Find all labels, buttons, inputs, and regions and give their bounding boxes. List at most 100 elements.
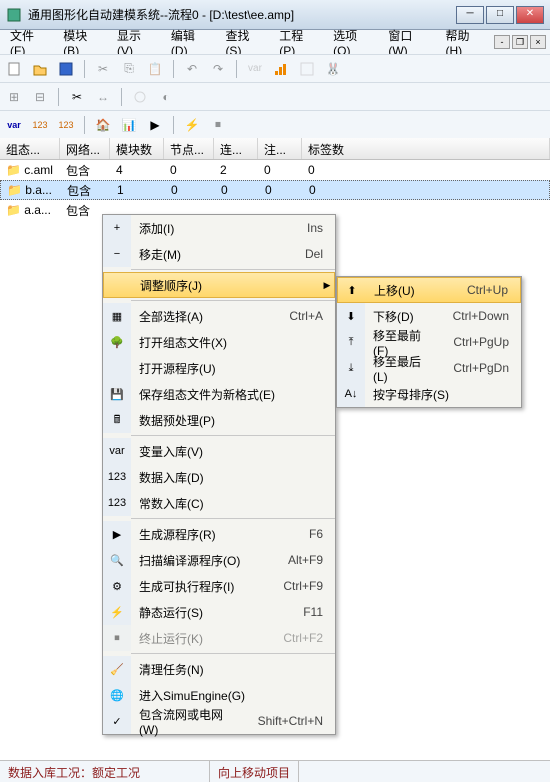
- menu-shortcut: Ctrl+Down: [441, 309, 521, 323]
- menu-item[interactable]: ▶生成源程序(R)F6: [103, 521, 335, 547]
- table-row[interactable]: 📁 c.aml 包含 4 0 2 0 0: [0, 160, 550, 180]
- menu-item[interactable]: +添加(I)Ins: [103, 215, 335, 241]
- menubar: 文件(F) 模块(B) 显示(V) 编辑(D) 查找(S) 工程(P) 选项(O…: [0, 30, 550, 54]
- menu-label: 上移(U): [366, 282, 455, 299]
- menu-item[interactable]: 123数据入库(D): [103, 464, 335, 490]
- menu-item[interactable]: ⚡静态运行(S)F11: [103, 599, 335, 625]
- menu-label: 打开组态文件(X): [131, 334, 335, 351]
- check-icon: ✓: [103, 708, 131, 734]
- maximize-button[interactable]: □: [486, 6, 514, 24]
- cell: 包含: [61, 180, 111, 201]
- tb3-bolt[interactable]: ⚡: [182, 115, 202, 135]
- menu-shortcut: Alt+F9: [276, 553, 335, 567]
- menu-item[interactable]: ⬇下移(D)Ctrl+Down: [337, 303, 521, 329]
- mdi-buttons: - ❐ ×: [494, 35, 546, 49]
- toolbar-2: ⊞ ⊟ ✂ ↔ ◐: [0, 82, 550, 110]
- open-icon[interactable]: [30, 59, 50, 79]
- col-modules[interactable]: 模块数: [110, 138, 164, 159]
- menu-item[interactable]: 🧹清理任务(N): [103, 656, 335, 682]
- col-state[interactable]: 组态...: [0, 138, 60, 159]
- col-notes[interactable]: 注...: [258, 138, 302, 159]
- cell: 0: [165, 181, 215, 199]
- menu-item[interactable]: 🖩数据预处理(P): [103, 407, 335, 433]
- table-header: 组态... 网络... 模块数 节点... 连... 注... 标签数: [0, 138, 550, 160]
- menu-label: 打开源程序(U): [131, 360, 335, 377]
- new-icon[interactable]: [4, 59, 24, 79]
- menu-item[interactable]: ⤒移至最前(F)Ctrl+PgUp: [337, 329, 521, 355]
- col-conn[interactable]: 连...: [214, 138, 258, 159]
- menu-label: 常数入库(C): [131, 495, 335, 512]
- cell: 0: [259, 181, 303, 199]
- sim-icon: 🌐: [103, 682, 131, 708]
- minimize-button[interactable]: ─: [456, 6, 484, 24]
- copy-icon: ⎘: [119, 59, 139, 79]
- paste-icon: 📋: [145, 59, 165, 79]
- menu-separator: [131, 653, 335, 654]
- menu-item[interactable]: ⬆上移(U)Ctrl+Up: [337, 277, 521, 303]
- col-network[interactable]: 网络...: [60, 138, 110, 159]
- clean-icon: 🧹: [103, 656, 131, 682]
- cell: 1: [111, 181, 165, 199]
- rabbit-icon[interactable]: 🐰: [323, 59, 343, 79]
- menu-item[interactable]: 🌐进入SimuEngine(G): [103, 682, 335, 708]
- scissors-icon[interactable]: ✂: [67, 87, 87, 107]
- status-left: 数据入库工况：额定工况: [0, 761, 210, 782]
- chart-icon[interactable]: [271, 59, 291, 79]
- menu-shortcut: Ins: [295, 221, 335, 235]
- cell: 0: [258, 161, 302, 179]
- menu-item[interactable]: 💾保存组态文件为新格式(E): [103, 381, 335, 407]
- menu-label: 按字母排序(S): [365, 386, 521, 403]
- menu-item[interactable]: ▦全部选择(A)Ctrl+A: [103, 303, 335, 329]
- exe-icon: ⚙: [103, 573, 131, 599]
- var-icon: var: [245, 59, 265, 79]
- tb3-chart[interactable]: 📊: [119, 115, 139, 135]
- up-icon: ⬆: [338, 278, 366, 302]
- menu-item[interactable]: ⤓移至最后(L)Ctrl+PgDn: [337, 355, 521, 381]
- tb3-stop: ⏹: [208, 115, 228, 135]
- context-menu: +添加(I)Ins−移走(M)Del 调整顺序(J)▶ ▦全部选择(A)Ctrl+A…: [102, 214, 336, 735]
- data-icon: 123: [103, 464, 131, 490]
- mdi-minimize[interactable]: -: [494, 35, 510, 49]
- cut-icon: ✂: [93, 59, 113, 79]
- close-button[interactable]: ✕: [516, 6, 544, 24]
- separator: [58, 88, 59, 106]
- col-nodes[interactable]: 节点...: [164, 138, 214, 159]
- save-icon[interactable]: [56, 59, 76, 79]
- mdi-restore[interactable]: ❐: [512, 35, 528, 49]
- col-labels[interactable]: 标签数: [302, 138, 550, 159]
- menu-item[interactable]: 打开源程序(U): [103, 355, 335, 381]
- menu-item[interactable]: A↓按字母排序(S): [337, 381, 521, 407]
- tb2-4: [130, 87, 150, 107]
- tb3-123a[interactable]: 123: [30, 115, 50, 135]
- scan-icon: 🔍: [103, 547, 131, 573]
- blank-icon: [104, 273, 132, 297]
- menu-shortcut: Ctrl+PgUp: [441, 335, 521, 349]
- menu-item[interactable]: 🌳打开组态文件(X): [103, 329, 335, 355]
- grid-icon: [297, 59, 317, 79]
- menu-item[interactable]: 调整顺序(J)▶: [103, 272, 335, 298]
- tb2-1: ⊞: [4, 87, 24, 107]
- menu-shortcut: F11: [291, 605, 335, 619]
- bottom-icon: ⤓: [337, 355, 365, 381]
- tb3-123b[interactable]: 123: [56, 115, 76, 135]
- menu-label: 终止运行(K): [131, 630, 271, 647]
- menu-item[interactable]: 123常数入库(C): [103, 490, 335, 516]
- menu-label: 扫描编译源程序(O): [131, 552, 276, 569]
- menu-item[interactable]: ✓包含流网或电网(W)Shift+Ctrl+N: [103, 708, 335, 734]
- menu-item[interactable]: ⚙生成可执行程序(I)Ctrl+F9: [103, 573, 335, 599]
- cell: 4: [110, 161, 164, 179]
- tb2-2: ⊟: [30, 87, 50, 107]
- menu-item[interactable]: −移走(M)Del: [103, 241, 335, 267]
- toolbar-3: var 123 123 🏠 📊 ▶ ⚡ ⏹: [0, 110, 550, 138]
- tb3-exe[interactable]: ▶: [145, 115, 165, 135]
- mdi-close[interactable]: ×: [530, 35, 546, 49]
- table-row-selected[interactable]: 📁 b.a... 包含 1 0 0 0 0: [0, 180, 550, 200]
- tb3-var[interactable]: var: [4, 115, 24, 135]
- menu-label: 静态运行(S): [131, 604, 291, 621]
- redo-icon: ↷: [208, 59, 228, 79]
- menu-item[interactable]: var变量入库(V): [103, 438, 335, 464]
- separator: [173, 60, 174, 78]
- tb3-house[interactable]: 🏠: [93, 115, 113, 135]
- menu-item[interactable]: 🔍扫描编译源程序(O)Alt+F9: [103, 547, 335, 573]
- window-title: 通用图形化自动建模系统--流程0 - [D:\test\ee.amp]: [28, 6, 456, 23]
